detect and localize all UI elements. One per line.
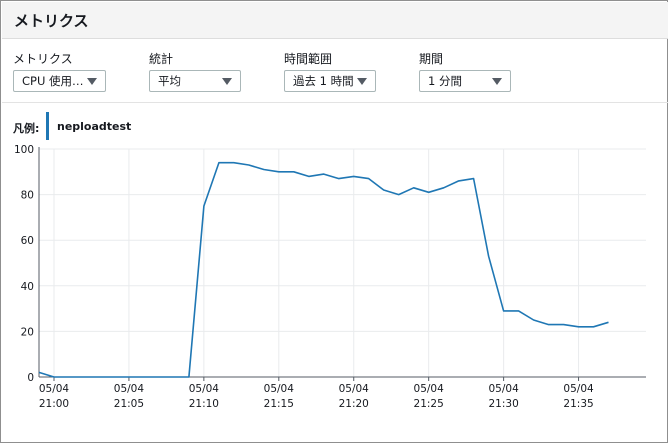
statistic-select[interactable]: 平均 bbox=[149, 70, 241, 92]
x-tick-date: 05/04 bbox=[563, 383, 594, 395]
legend-swatch bbox=[46, 112, 49, 140]
legend-label: 凡例: bbox=[13, 122, 40, 135]
time-range-label: 時間範囲 bbox=[284, 52, 333, 66]
section-divider bbox=[2, 102, 668, 103]
statistic-control: 統計 平均 bbox=[149, 51, 241, 92]
period-control: 期間 1 分間 bbox=[419, 51, 511, 92]
x-tick-date: 05/04 bbox=[414, 383, 445, 395]
x-tick-time: 21:35 bbox=[563, 398, 593, 410]
x-tick-time: 21:25 bbox=[414, 398, 444, 410]
y-tick-label: 80 bbox=[21, 190, 34, 202]
triangle-down-icon bbox=[222, 78, 232, 85]
x-tick-time: 21:10 bbox=[189, 398, 219, 410]
y-tick-label: 20 bbox=[21, 326, 34, 338]
line-chart: 0 20 40 60 80 100 05/04 21:00 05/04 21:05 05/04 21:… bbox=[14, 144, 646, 410]
x-tick-date: 05/04 bbox=[189, 383, 220, 395]
y-tick-label: 0 bbox=[27, 372, 34, 384]
time-range-control: 時間範囲 過去 1 時間 bbox=[284, 51, 376, 92]
panel-title: メトリクス bbox=[14, 12, 89, 30]
metrics-panel: メトリクス メトリクス CPU 使用… 統計 平均 時間範囲 過去 1 時間 期… bbox=[0, 0, 668, 443]
x-tick-date: 05/04 bbox=[488, 383, 519, 395]
panel-header: メトリクス bbox=[2, 2, 668, 39]
x-tick-date: 05/04 bbox=[39, 383, 70, 395]
x-tick-time: 21:05 bbox=[114, 398, 144, 410]
statistic-label: 統計 bbox=[149, 52, 174, 66]
x-tick-time: 21:00 bbox=[39, 398, 69, 410]
triangle-down-icon bbox=[492, 78, 502, 85]
metric-label: メトリクス bbox=[13, 52, 73, 66]
x-tick-date: 05/04 bbox=[339, 383, 370, 395]
triangle-down-icon bbox=[357, 78, 367, 85]
period-select[interactable]: 1 分間 bbox=[419, 70, 511, 92]
x-tick-time: 21:15 bbox=[264, 398, 294, 410]
x-tick-date: 05/04 bbox=[264, 383, 295, 395]
metric-select-value: CPU 使用… bbox=[22, 74, 84, 88]
triangle-down-icon bbox=[87, 78, 97, 85]
x-tick-date: 05/04 bbox=[114, 383, 145, 395]
y-tick-label: 60 bbox=[21, 235, 34, 247]
x-tick-time: 21:20 bbox=[339, 398, 369, 410]
time-range-select[interactable]: 過去 1 時間 bbox=[284, 70, 376, 92]
period-select-value: 1 分間 bbox=[428, 74, 462, 88]
x-tick-time: 21:30 bbox=[488, 398, 518, 410]
statistic-select-value: 平均 bbox=[158, 74, 181, 88]
period-label: 期間 bbox=[419, 52, 444, 66]
metric-select[interactable]: CPU 使用… bbox=[13, 70, 106, 92]
legend-series-name[interactable]: neploadtest bbox=[57, 120, 131, 133]
metric-control: メトリクス CPU 使用… bbox=[13, 51, 106, 92]
y-tick-label: 100 bbox=[14, 144, 34, 156]
time-range-select-value: 過去 1 時間 bbox=[293, 74, 354, 88]
y-tick-label: 40 bbox=[21, 281, 34, 293]
